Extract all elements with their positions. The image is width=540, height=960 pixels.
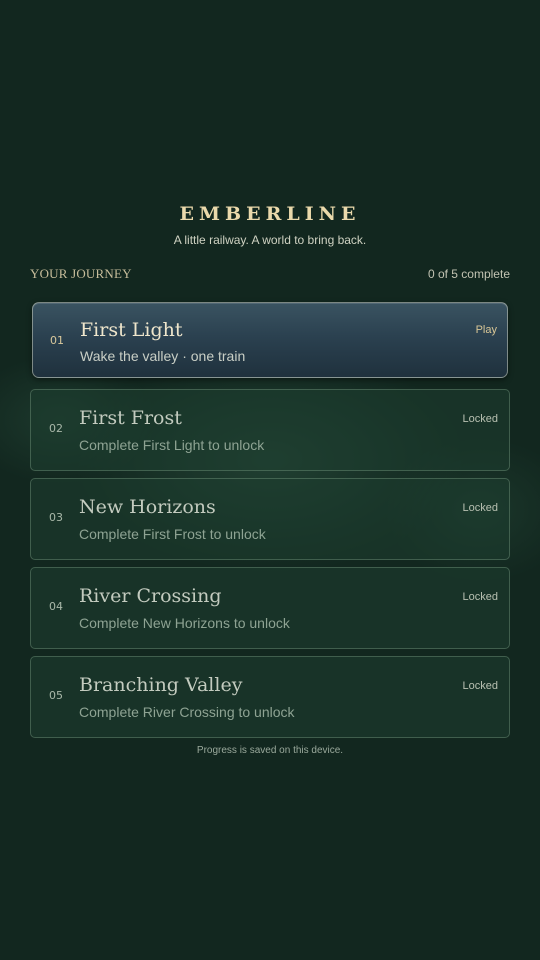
journey-label: YOUR JOURNEY bbox=[30, 266, 132, 281]
locked-label: Locked bbox=[462, 591, 498, 603]
level-card-new-horizons[interactable]: 03 New Horizons Complete First Frost to … bbox=[30, 478, 510, 560]
level-description: Complete River Crossing to unlock bbox=[79, 704, 295, 720]
level-name: New Horizons bbox=[79, 496, 216, 518]
game-title: EMBERLINE bbox=[179, 203, 361, 225]
level-card-first-light[interactable]: 01 First Light Wake the valley · one tra… bbox=[32, 302, 508, 378]
title-header: EMBERLINE A little railway. A world to b… bbox=[0, 200, 540, 248]
journey-progress: 0 of 5 complete bbox=[427, 267, 510, 281]
level-card-river-crossing[interactable]: 04 River Crossing Complete New Horizons … bbox=[30, 567, 510, 649]
level-number: 01 bbox=[50, 334, 64, 347]
save-notice: Progress is saved on this device. bbox=[196, 745, 344, 756]
level-number: 03 bbox=[49, 511, 63, 524]
level-name: First Light bbox=[80, 319, 183, 341]
level-card-first-frost[interactable]: 02 First Frost Complete First Light to u… bbox=[30, 389, 510, 471]
level-description: Complete First Light to unlock bbox=[79, 437, 265, 453]
locked-label: Locked bbox=[462, 680, 498, 692]
level-number: 02 bbox=[49, 422, 63, 435]
level-card-branching-valley[interactable]: 05 Branching Valley Complete River Cross… bbox=[30, 656, 510, 738]
game-tagline: A little railway. A world to bring back. bbox=[173, 233, 367, 247]
level-name: First Frost bbox=[79, 407, 182, 429]
locked-label: Locked bbox=[462, 413, 498, 425]
journey-header: YOUR JOURNEY 0 of 5 complete bbox=[30, 266, 510, 282]
locked-label: Locked bbox=[462, 502, 498, 514]
level-name: Branching Valley bbox=[79, 674, 243, 696]
level-description: Complete New Horizons to unlock bbox=[79, 615, 290, 631]
play-label[interactable]: Play bbox=[476, 324, 497, 336]
level-number: 05 bbox=[49, 689, 63, 702]
level-name: River Crossing bbox=[79, 585, 222, 607]
level-description: Complete First Frost to unlock bbox=[79, 526, 266, 542]
level-number: 04 bbox=[49, 600, 63, 613]
level-list: 01 First Light Wake the valley · one tra… bbox=[30, 302, 510, 745]
level-description: Wake the valley · one train bbox=[80, 348, 246, 364]
